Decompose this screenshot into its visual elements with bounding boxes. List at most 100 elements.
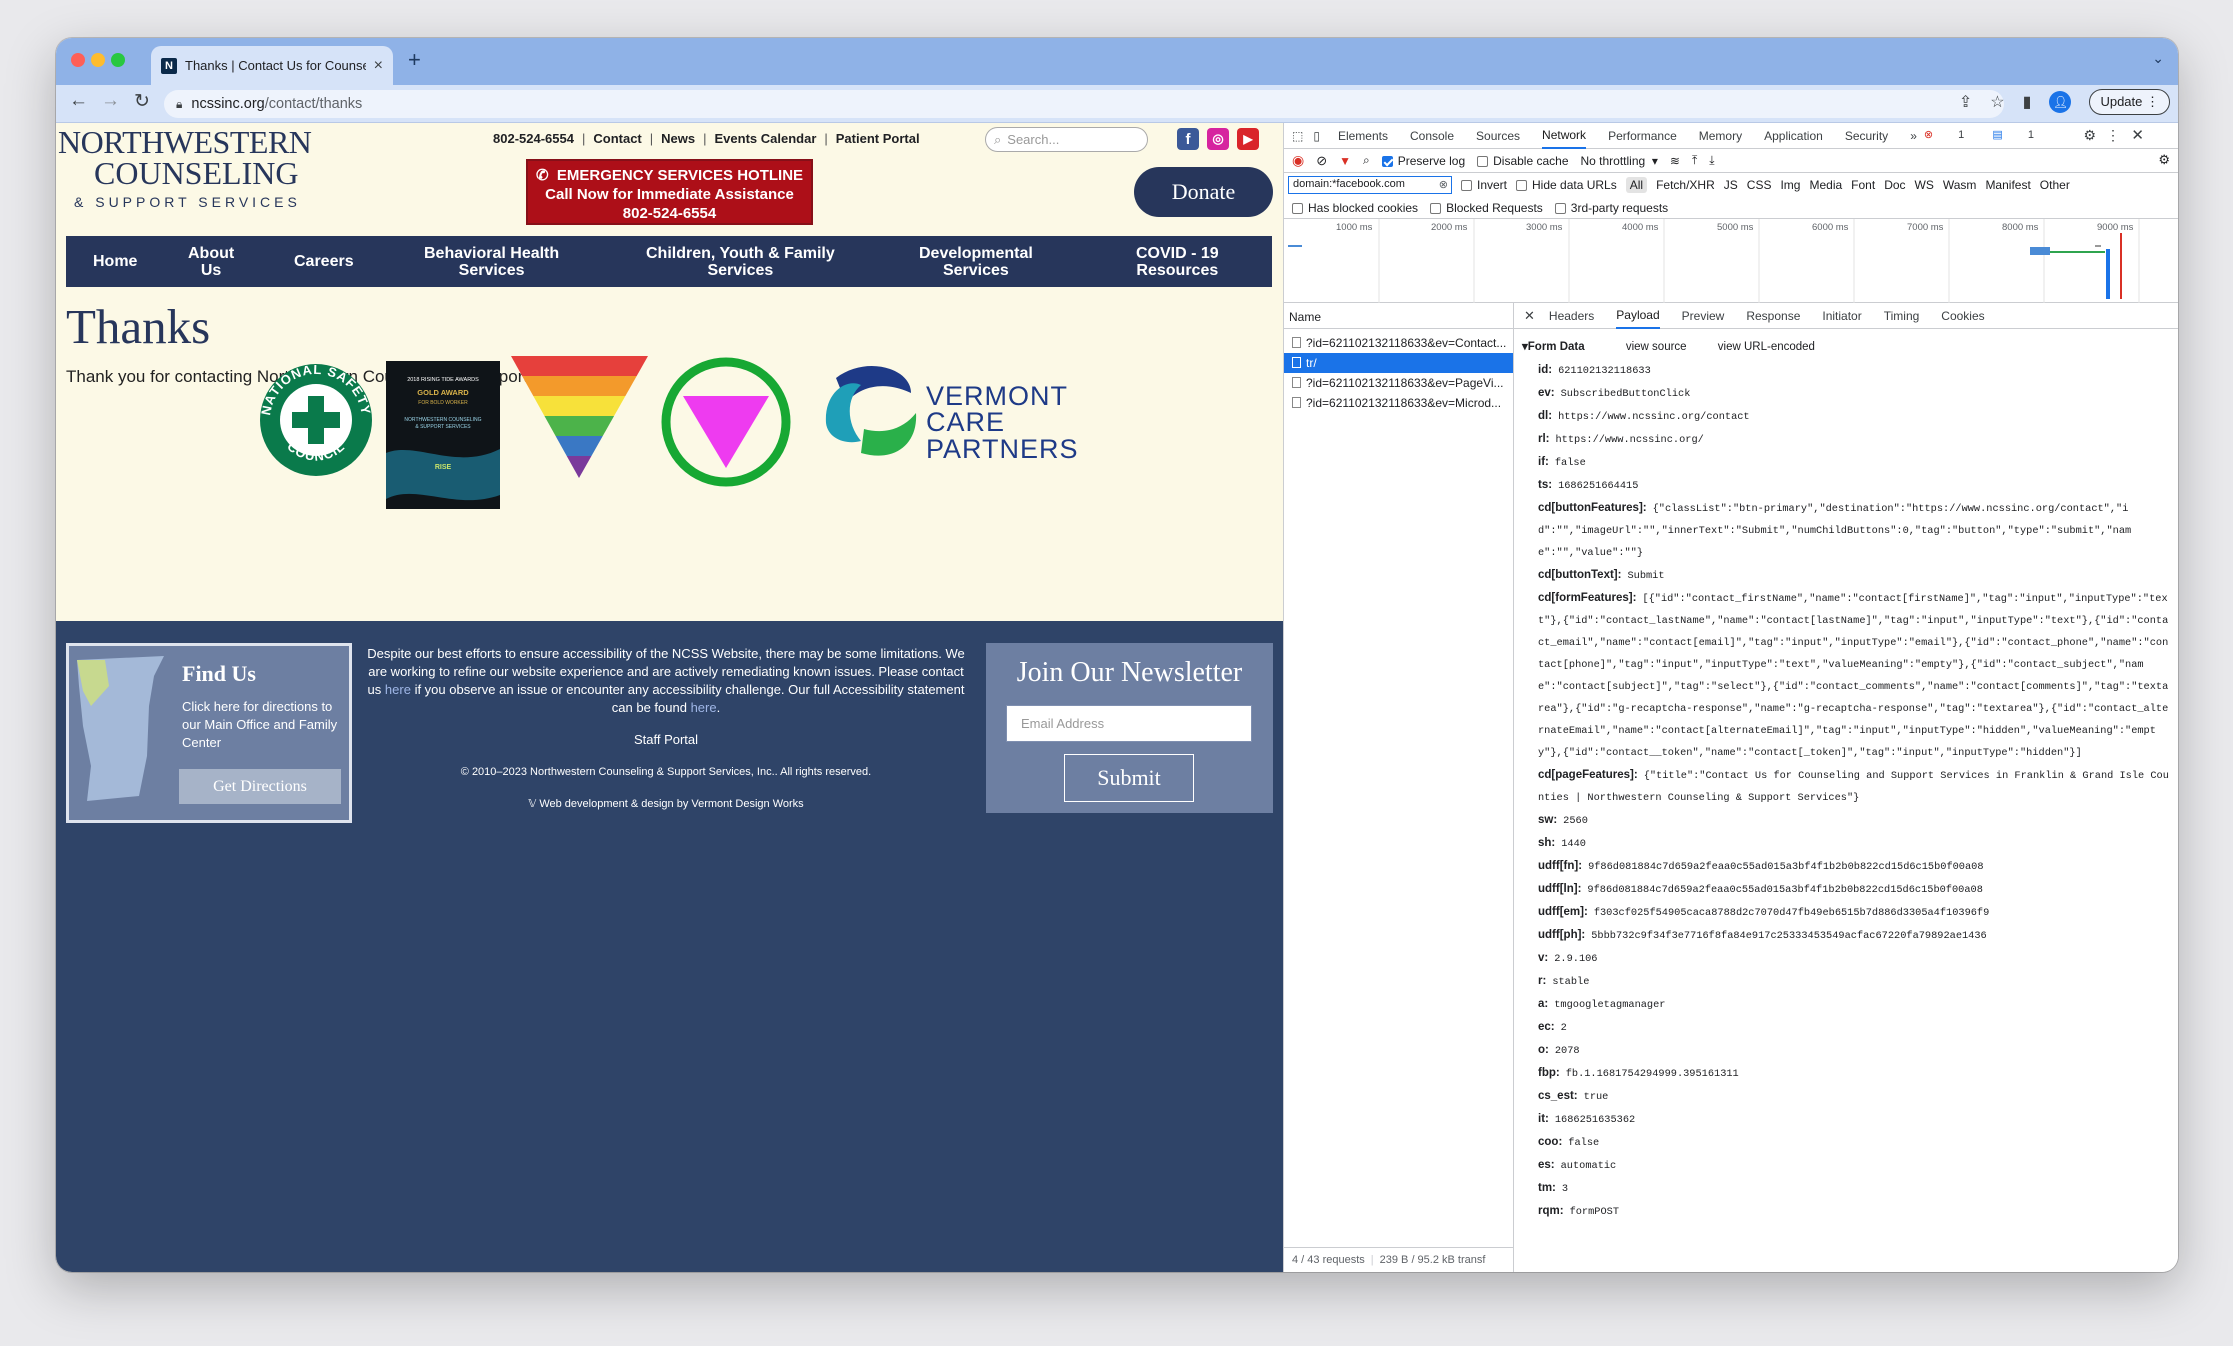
- detail-tab-timing[interactable]: Timing: [1884, 309, 1920, 323]
- import-har-icon[interactable]: ⤒: [1692, 153, 1697, 168]
- blocked-requests-checkbox[interactable]: Blocked Requests: [1430, 201, 1543, 215]
- request-row-selected[interactable]: tr/: [1284, 353, 1513, 373]
- filter-type-wasm[interactable]: Wasm: [1943, 178, 1977, 192]
- tab-elements[interactable]: Elements: [1338, 129, 1388, 143]
- network-settings-gear-icon[interactable]: ⚙: [2158, 152, 2170, 168]
- filter-type-css[interactable]: CSS: [1747, 178, 1772, 192]
- forward-arrow-icon[interactable]: →: [101, 90, 120, 112]
- kebab-menu-icon[interactable]: ⋮: [2106, 127, 2120, 144]
- third-party-checkbox[interactable]: 3rd-party requests: [1554, 200, 1669, 215]
- minimize-window-button[interactable]: [91, 53, 105, 67]
- issue-badges[interactable]: ⊗ 1 ▤ 1: [1924, 128, 2056, 141]
- settings-gear-icon[interactable]: ⚙: [2083, 127, 2096, 144]
- tab-console[interactable]: Console: [1410, 129, 1454, 143]
- credit-line[interactable]: 𝕍 Web development & design by Vermont De…: [366, 795, 966, 813]
- access-here-link-1[interactable]: here: [385, 682, 411, 697]
- newsletter-signup: Join Our Newsletter Email Address Submit: [986, 643, 1273, 813]
- close-window-button[interactable]: [71, 53, 85, 67]
- network-conditions-icon[interactable]: ≋: [1670, 154, 1680, 168]
- filter-type-manifest[interactable]: Manifest: [1985, 178, 2030, 192]
- detail-tab-preview[interactable]: Preview: [1682, 309, 1725, 323]
- clear-filter-icon[interactable]: ⊗: [1439, 178, 1448, 191]
- timeline-graph: [1288, 219, 2140, 303]
- filter-type-other[interactable]: Other: [2040, 178, 2070, 192]
- form-data-field: fbp: fb.1.1681754294999.395161311: [1538, 1062, 2174, 1085]
- network-overview-timeline[interactable]: 1000 ms 2000 ms 3000 ms 4000 ms 5000 ms …: [1284, 219, 2178, 303]
- address-bar[interactable]: 🔒︎ ncssinc.org/contact/thanks: [164, 90, 2004, 118]
- device-toolbar-icon[interactable]: ▯: [1313, 129, 1320, 143]
- access-here-link-2[interactable]: here: [691, 700, 717, 715]
- share-icon[interactable]: ⇪: [1959, 92, 1972, 112]
- filter-type-fetch[interactable]: Fetch/XHR: [1656, 178, 1715, 192]
- clear-icon[interactable]: ⊘: [1316, 153, 1327, 169]
- get-directions-button[interactable]: Get Directions: [179, 769, 341, 804]
- invert-label: Invert: [1477, 178, 1508, 192]
- browser-tab[interactable]: N Thanks | Contact Us for Counseling ×: [151, 46, 393, 85]
- side-panel-icon[interactable]: ▮: [2023, 92, 2032, 112]
- back-arrow-icon[interactable]: ←: [69, 90, 88, 112]
- hide-data-urls-checkbox[interactable]: Hide data URLs: [1516, 178, 1617, 192]
- filter-type-all[interactable]: All: [1625, 177, 1648, 193]
- throttling-select[interactable]: No throttling ▾: [1581, 154, 1658, 168]
- request-row[interactable]: ?id=621102132118633&ev=PageVi...: [1284, 373, 1513, 393]
- filter-type-media[interactable]: Media: [1809, 178, 1842, 192]
- filter-type-js[interactable]: JS: [1724, 178, 1738, 192]
- tab-application[interactable]: Application: [1764, 129, 1823, 143]
- close-details-icon[interactable]: ✕: [1524, 308, 1535, 324]
- tab-memory[interactable]: Memory: [1699, 129, 1742, 143]
- request-row[interactable]: ?id=621102132118633&ev=Contact...: [1284, 333, 1513, 353]
- search-network-icon[interactable]: ⌕: [1363, 153, 1370, 168]
- view-source-toggle[interactable]: view source: [1626, 341, 1687, 353]
- form-data-section-header[interactable]: ▾Form Data view source view URL-encoded: [1522, 339, 1815, 353]
- filter-type-doc[interactable]: Doc: [1884, 178, 1905, 192]
- request-row[interactable]: ?id=621102132118633&ev=Microd...: [1284, 393, 1513, 413]
- detail-tab-response[interactable]: Response: [1746, 309, 1800, 323]
- detail-tab-payload[interactable]: Payload: [1616, 302, 1660, 329]
- request-list-header: Name: [1284, 303, 1513, 329]
- new-tab-icon[interactable]: +: [408, 47, 421, 73]
- email-field[interactable]: Email Address: [1006, 705, 1252, 742]
- filter-input-value: domain:*facebook.com: [1293, 178, 1405, 190]
- filter-type-img[interactable]: Img: [1780, 178, 1800, 192]
- view-url-encoded-toggle[interactable]: view URL-encoded: [1718, 341, 1815, 353]
- reload-icon[interactable]: ↻: [134, 90, 150, 113]
- field-key: udff[ph]:: [1538, 929, 1586, 941]
- record-icon[interactable]: ◉: [1292, 152, 1304, 169]
- detail-tab-headers[interactable]: Headers: [1549, 309, 1594, 323]
- filter-type-ws[interactable]: WS: [1915, 178, 1934, 192]
- profile-avatar-icon[interactable]: 👤︎: [2049, 91, 2072, 113]
- tab-search-chevron-icon[interactable]: ⌄: [2152, 50, 2164, 67]
- more-tabs-icon[interactable]: »: [1910, 129, 1917, 143]
- export-har-icon[interactable]: ⤓: [1709, 153, 1714, 168]
- maximize-window-button[interactable]: [111, 53, 125, 67]
- detail-tab-initiator[interactable]: Initiator: [1822, 309, 1861, 323]
- field-value: 2560: [1563, 815, 1588, 827]
- close-devtools-icon[interactable]: ✕: [2131, 126, 2144, 144]
- inspect-element-icon[interactable]: ⬚: [1292, 129, 1303, 143]
- staff-portal-link[interactable]: Staff Portal: [366, 731, 966, 749]
- field-value: false: [1568, 1137, 1600, 1149]
- newsletter-submit-button[interactable]: Submit: [1064, 754, 1194, 802]
- find-us-card[interactable]: Find Us Click here for directions to our…: [66, 643, 352, 823]
- detail-tab-cookies[interactable]: Cookies: [1941, 309, 1984, 323]
- invert-checkbox[interactable]: Invert: [1461, 178, 1507, 192]
- filter-input[interactable]: domain:*facebook.com ⊗: [1288, 176, 1452, 194]
- field-key: udff[ln]:: [1538, 883, 1582, 895]
- filter-type-font[interactable]: Font: [1851, 178, 1875, 192]
- disable-cache-checkbox[interactable]: Disable cache: [1477, 154, 1569, 168]
- tab-network[interactable]: Network: [1542, 123, 1587, 149]
- url-path: /contact/thanks: [264, 96, 363, 112]
- close-tab-icon[interactable]: ×: [374, 57, 383, 75]
- preserve-log-checkbox[interactable]: Preserve log: [1381, 154, 1465, 168]
- update-button[interactable]: Update ⋮: [2089, 89, 2170, 115]
- filter-icon[interactable]: ▼: [1339, 154, 1351, 168]
- has-blocked-cookies-checkbox[interactable]: Has blocked cookies: [1292, 201, 1418, 215]
- tab-sources[interactable]: Sources: [1476, 129, 1520, 143]
- tab-security[interactable]: Security: [1845, 129, 1888, 143]
- third-party-label: 3rd-party requests: [1570, 200, 1669, 215]
- name-column-header[interactable]: Name: [1289, 310, 1321, 324]
- tab-performance[interactable]: Performance: [1608, 129, 1677, 143]
- bookmark-star-icon[interactable]: ☆: [1990, 92, 2004, 112]
- field-key: es:: [1538, 1159, 1555, 1171]
- filter-bar-2: Has blocked cookies Blocked Requests 3rd…: [1284, 197, 2178, 219]
